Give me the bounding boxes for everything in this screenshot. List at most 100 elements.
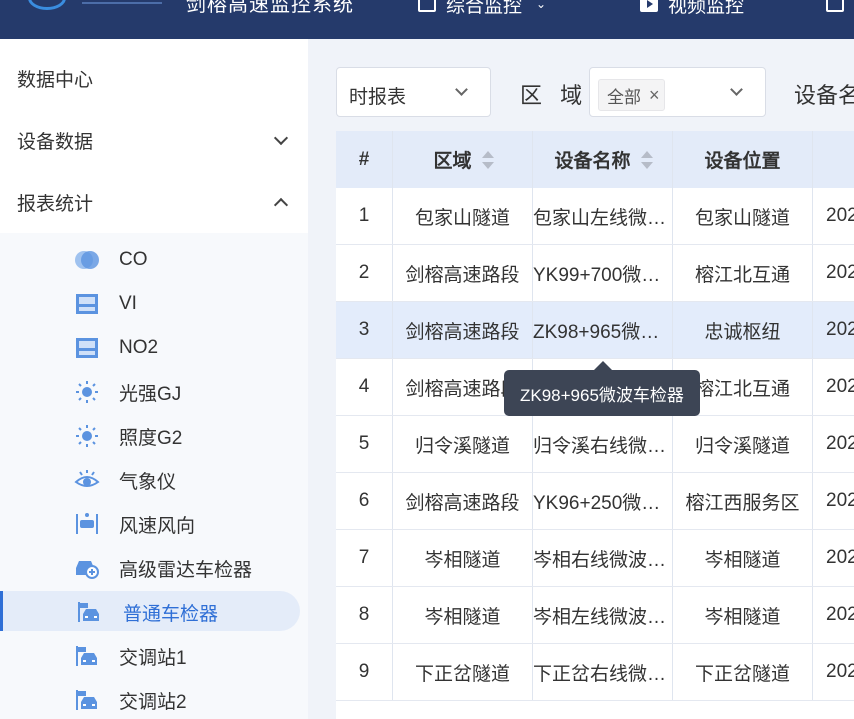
- submenu-item-co[interactable]: CO: [0, 239, 308, 281]
- area-select[interactable]: 全部 ×: [589, 67, 766, 117]
- submenu-label: 普通车检器: [123, 603, 219, 625]
- cell-area: 归令溪隧道: [393, 416, 533, 472]
- sidebar-item-label: 数据中心: [17, 69, 94, 91]
- table-row[interactable]: 2剑榕高速路段YK99+700微波车检器榕江北互通 202: [336, 245, 854, 302]
- reports-submenu: CO VI NO2 光强GJ 照度G2 气象仪 风速风向 高级雷达车检器 普通车…: [0, 233, 308, 719]
- sidebar-item-device-data[interactable]: 设备数据: [0, 109, 308, 171]
- submenu-item-car-detector[interactable]: 普通车检器: [0, 591, 308, 633]
- table-row[interactable]: 7岑相隧道岑相右线微波车检器岑相隧道202: [336, 530, 854, 587]
- cell-location: 榕江西服务区: [673, 473, 813, 529]
- cell-location: 忠诚枢纽: [673, 302, 813, 358]
- table-row[interactable]: 8岑相隧道岑相左线微波车检器岑相隧道202: [336, 587, 854, 644]
- nav-integrated-monitoring[interactable]: 综合监控 ⌄: [418, 0, 546, 18]
- no2-meter-icon: [76, 338, 98, 358]
- cell-time: 202: [826, 205, 854, 226]
- submenu-label: NO2: [119, 337, 159, 358]
- submenu-item-wind[interactable]: 风速风向: [0, 503, 308, 545]
- header-device-location: 设备位置: [673, 131, 813, 188]
- nav-label: 视频监控: [668, 0, 745, 17]
- table-row[interactable]: 6剑榕高速路段YK96+250微波车检器榕江西服务区 202: [336, 473, 854, 530]
- cell-device-name: YK96+250微波车检器: [533, 473, 673, 529]
- chevron-down-icon: [730, 83, 743, 96]
- sidebar-item-data-center[interactable]: 数据中心: [0, 47, 308, 109]
- header-device-name[interactable]: 设备名称: [533, 131, 673, 188]
- traffic-station-icon: [76, 646, 97, 666]
- logo: [14, 0, 164, 14]
- export-icon: [826, 0, 844, 12]
- cell-location: 岑相隧道: [673, 587, 813, 643]
- cell-area: 包家山隧道: [393, 188, 533, 244]
- submenu-item-traffic-station-2[interactable]: 交调站2: [0, 679, 308, 719]
- area-tag-label: 全部: [607, 87, 641, 107]
- close-icon[interactable]: ×: [649, 85, 660, 106]
- vi-meter-icon: [76, 294, 98, 314]
- submenu-label: 交调站2: [119, 691, 187, 713]
- table-row[interactable]: 9下正岔隧道下正岔右线微波车检器下正岔隧道202: [336, 644, 854, 701]
- submenu-item-light-gj[interactable]: 光强GJ: [0, 371, 308, 413]
- radar-car-icon: [76, 561, 99, 579]
- sun-icon: [76, 425, 98, 447]
- report-type-value: 时报表: [349, 87, 407, 108]
- co-sensor-icon: [75, 251, 99, 269]
- cell-location: 榕江北互通: [673, 245, 813, 301]
- submenu-item-no2[interactable]: NO2: [0, 327, 308, 369]
- nav-video-monitoring[interactable]: 视频监控: [640, 0, 744, 18]
- submenu-item-advanced-radar[interactable]: 高级雷达车检器: [0, 547, 308, 589]
- chevron-up-icon: [273, 197, 289, 213]
- app-title: 剑榕高速监控系统: [186, 0, 354, 16]
- submenu-label: 高级雷达车检器: [119, 559, 253, 581]
- cell-device-name: 岑相左线微波车检器: [533, 587, 673, 643]
- cell-index: 4: [336, 359, 393, 415]
- sun-icon: [76, 381, 98, 403]
- submenu-label: VI: [119, 293, 137, 314]
- cell-time: 202: [826, 433, 854, 454]
- cell-location: 包家山隧道: [673, 188, 813, 244]
- table-row[interactable]: 5归令溪隧道归令溪右线微波车检器归令溪隧道202: [336, 416, 854, 473]
- cell-location: 归令溪隧道: [673, 416, 813, 472]
- sidebar: 数据中心 设备数据 报表统计 CO VI NO2 光强GJ 照度G2 气象仪 风…: [0, 39, 308, 719]
- header-area[interactable]: 区域: [393, 131, 533, 188]
- area-label: 区 域: [520, 83, 589, 108]
- cell-index: 7: [336, 530, 393, 586]
- header-index: #: [336, 131, 393, 188]
- cell-time: 202: [826, 547, 854, 568]
- chevron-down-icon: [455, 83, 468, 96]
- cell-time: 202: [826, 376, 854, 397]
- sidebar-item-label: 报表统计: [17, 193, 94, 215]
- submenu-item-vi[interactable]: VI: [0, 283, 308, 325]
- cell-area: 剑榕高速路段: [393, 302, 533, 358]
- report-type-select[interactable]: 时报表: [336, 67, 491, 117]
- nav-label: 综合监控: [446, 0, 523, 17]
- submenu-label: CO: [119, 249, 148, 270]
- cell-time: 202: [826, 604, 854, 625]
- video-play-icon: [640, 0, 658, 12]
- cell-device-name: YK99+700微波车检器: [533, 245, 673, 301]
- cell-device-name: 包家山左线微波车检器: [533, 188, 673, 244]
- cell-area: 岑相隧道: [393, 530, 533, 586]
- cell-index: 1: [336, 188, 393, 244]
- monitor-icon: [418, 0, 436, 12]
- submenu-item-illuminance-g2[interactable]: 照度G2: [0, 415, 308, 457]
- cell-time: 202: [826, 490, 854, 511]
- submenu-item-weather[interactable]: 气象仪: [0, 459, 308, 501]
- chevron-down-icon: [273, 130, 289, 146]
- cell-device-name: ZK98+965微波车检器: [533, 302, 673, 358]
- device-name-label: 设备名: [794, 83, 854, 108]
- cell-index: 8: [336, 587, 393, 643]
- cell-index: 2: [336, 245, 393, 301]
- sidebar-item-reports[interactable]: 报表统计: [0, 171, 308, 233]
- submenu-label: 光强GJ: [119, 383, 182, 405]
- table-row[interactable]: 1包家山隧道包家山左线微波车检器包家山隧道202: [336, 188, 854, 245]
- cell-location: 下正岔隧道: [673, 644, 813, 700]
- cell-index: 9: [336, 644, 393, 700]
- nav-more[interactable]: [826, 0, 854, 18]
- sort-icon[interactable]: [481, 150, 494, 169]
- table-row[interactable]: 3剑榕高速路段ZK98+965微波车检器忠诚枢纽 202: [336, 302, 854, 359]
- report-table: # 区域 设备名称 设备位置 1包家山隧道包家山左线微波车检器包家山隧道2022…: [336, 131, 854, 719]
- submenu-label: 气象仪: [119, 471, 177, 493]
- submenu-item-traffic-station-1[interactable]: 交调站1: [0, 635, 308, 677]
- sort-icon[interactable]: [640, 150, 653, 169]
- cell-index: 6: [336, 473, 393, 529]
- cell-location: 岑相隧道: [673, 530, 813, 586]
- area-tag: 全部 ×: [598, 79, 665, 111]
